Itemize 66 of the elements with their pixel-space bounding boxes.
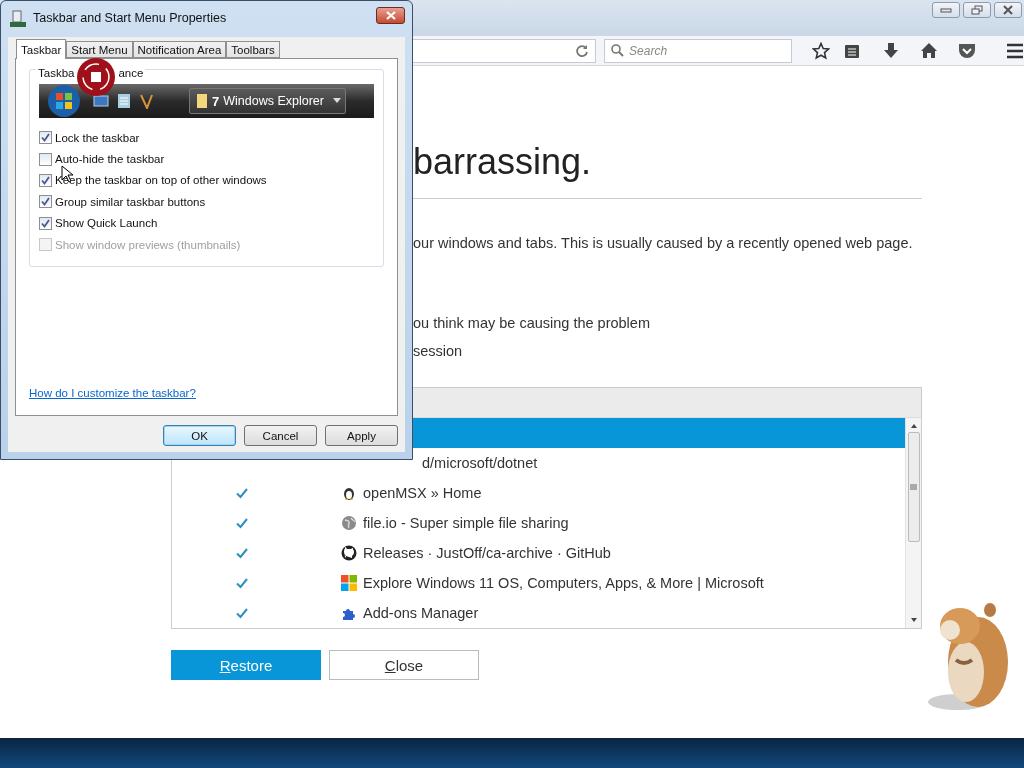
four-squares-icon <box>341 575 357 591</box>
pocket-icon[interactable] <box>958 42 976 59</box>
tab[interactable]: Taskbar <box>16 39 67 59</box>
close-button[interactable]: Close <box>329 650 479 680</box>
menu-icon[interactable] <box>1006 42 1024 59</box>
dialog-button[interactable]: Cancel <box>244 425 317 446</box>
checkbox-label: Show Quick Launch <box>55 217 158 230</box>
tab[interactable]: Start Menu <box>66 41 133 58</box>
star-icon[interactable] <box>812 41 830 60</box>
restore-icon <box>971 5 983 15</box>
reload-icon[interactable] <box>575 43 590 58</box>
folder-icon <box>196 93 208 109</box>
dialog-button[interactable]: OK <box>163 425 236 446</box>
dialog-button[interactable]: Apply <box>325 425 398 446</box>
home-icon[interactable] <box>920 41 938 60</box>
tab-title: Releases · JustOff/ca-archive · GitHub <box>363 545 611 561</box>
checkbox[interactable] <box>39 216 52 230</box>
checkbox[interactable] <box>39 152 52 166</box>
close-icon <box>385 10 396 20</box>
description-text: our windows and tabs. This is usually caused by a recently opened web page. <box>413 234 914 253</box>
notepad-icon <box>117 93 131 109</box>
tab-title: d/microsoft/dotnet <box>422 455 538 471</box>
group-label: Taskba <box>38 67 75 79</box>
checkbox-label: Lock the taskbar <box>55 131 140 144</box>
restore-button[interactable] <box>963 2 991 18</box>
checkbox[interactable] <box>39 173 52 187</box>
clipboard-icon[interactable] <box>844 42 860 59</box>
close-button[interactable] <box>376 6 405 24</box>
window-count: 7 <box>212 93 220 109</box>
tab-title: file.io - Super simple file sharing <box>363 515 569 531</box>
group-label: ance <box>118 67 144 79</box>
checkbox[interactable] <box>39 131 52 145</box>
search-field[interactable]: Search <box>604 38 792 63</box>
tab[interactable]: Toolbars <box>226 41 280 58</box>
search-icon <box>611 44 625 57</box>
desktop-icon <box>93 94 109 108</box>
help-link[interactable]: How do I customize the taskbar? <box>29 387 196 399</box>
tab-title: openMSX » Home <box>363 485 482 501</box>
taskbar-button-label: Windows Explorer <box>223 94 324 108</box>
penguin-icon <box>341 485 357 501</box>
page-heading: barrassing. <box>413 140 593 184</box>
checkbox-label: Auto-hide the taskbar <box>55 153 165 166</box>
scroll-down-icon[interactable] <box>909 616 918 624</box>
scrollbar[interactable] <box>905 418 921 628</box>
tab[interactable]: Notification Area <box>132 41 227 58</box>
close-button[interactable] <box>994 2 1022 18</box>
checkbox-label: Show window previews (thumbnails) <box>55 238 241 251</box>
scroll-up-icon[interactable] <box>909 422 918 430</box>
window-title: Taskbar and Start Menu Properties <box>33 11 228 25</box>
address-field[interactable] <box>413 38 597 63</box>
grip-icon <box>910 484 917 490</box>
minimize-button[interactable] <box>932 2 960 18</box>
checkbox[interactable] <box>39 195 52 209</box>
caret-icon <box>333 98 341 104</box>
scroll-thumb[interactable] <box>907 432 920 542</box>
taskbar-window-icon <box>9 10 27 28</box>
step-text: ou think may be causing the problem <box>413 314 651 333</box>
minimize-icon <box>940 7 952 13</box>
tab-title: Explore Windows 11 OS, Computers, Apps, & More | Microsoft <box>363 575 764 591</box>
checkbox-label: Group similar taskbar buttons <box>55 195 206 208</box>
tab-title: Add-ons Manager <box>363 605 479 621</box>
globe-icon <box>341 515 357 531</box>
download-icon[interactable] <box>882 41 900 60</box>
checkbox-label: Keep the taskbar on top of other windows <box>55 174 267 187</box>
close-icon <box>1002 5 1014 15</box>
step-text: session <box>413 342 464 361</box>
